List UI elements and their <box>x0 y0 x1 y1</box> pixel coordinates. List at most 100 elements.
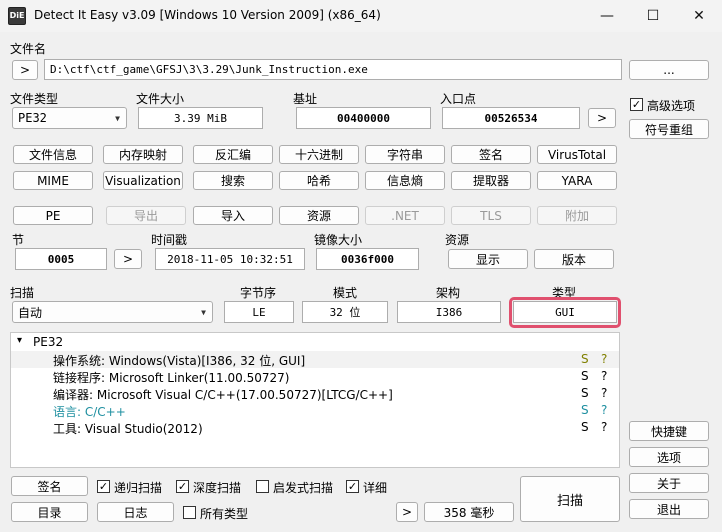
exit-button[interactable]: 退出 <box>629 499 709 519</box>
chevron-down-icon: ▼ <box>115 114 120 123</box>
tree-row-s[interactable]: S <box>581 352 589 366</box>
result-tree[interactable]: ▾ PE32 操作系统: Windows(Vista)[I386, 32 位, … <box>10 332 620 468</box>
arch-field: I386 <box>397 301 501 323</box>
scan-mode-value: 自动 <box>18 305 43 320</box>
next-button[interactable]: > <box>396 502 418 522</box>
export-button[interactable]: 导出 <box>106 206 186 225</box>
file-path-field[interactable]: D:\ctf\ctf_game\GFSJ\3\3.29\Junk_Instruc… <box>44 59 622 80</box>
signature-button[interactable]: 签名 <box>11 476 88 496</box>
tree-row-text: 操作系统: Windows(Vista)[I386, 32 位, GUI] <box>53 354 306 368</box>
directory-button[interactable]: 目录 <box>11 502 88 522</box>
file-name-label: 文件名 <box>10 42 47 56</box>
strings-button[interactable]: 字符串 <box>365 145 445 164</box>
heuristic-scan-checkbox[interactable] <box>256 480 269 493</box>
resource-label: 资源 <box>445 233 470 247</box>
all-types-checkbox[interactable] <box>183 506 196 519</box>
entry-point-button[interactable]: > <box>588 108 616 128</box>
image-size-label: 镜像大小 <box>314 233 363 247</box>
timestamp-label: 时间戳 <box>151 233 188 247</box>
tree-row-text: 编译器: Microsoft Visual C/C++(17.00.50727)… <box>53 388 393 402</box>
memory-map-button[interactable]: 内存映射 <box>103 145 183 164</box>
signatures-button[interactable]: 签名 <box>451 145 531 164</box>
base-address-field: 00400000 <box>296 107 431 129</box>
import-button[interactable]: 导入 <box>193 206 273 225</box>
verbose-checkbox[interactable]: ✓ <box>346 480 359 493</box>
symbol-demangle-button[interactable]: 符号重组 <box>629 119 709 139</box>
overlay-button[interactable]: 附加 <box>537 206 617 225</box>
timestamp-field: 2018-11-05 10:32:51 <box>155 248 305 270</box>
log-button[interactable]: 日志 <box>97 502 174 522</box>
advanced-label: 高级选项 <box>647 99 696 113</box>
hex-button[interactable]: 十六进制 <box>279 145 359 164</box>
section-button[interactable]: > <box>114 249 142 269</box>
recursive-scan-checkbox[interactable]: ✓ <box>97 480 110 493</box>
tree-row-s[interactable]: S <box>581 386 589 400</box>
file-size-field: 3.39 MiB <box>138 107 263 129</box>
tree-row-s[interactable]: S <box>581 369 589 383</box>
yara-button[interactable]: YARA <box>537 171 617 190</box>
advanced-checkbox[interactable]: ✓ <box>630 98 643 111</box>
file-more-button[interactable]: ... <box>629 60 709 80</box>
extractor-button[interactable]: 提取器 <box>451 171 531 190</box>
tree-row-text: 语言: C/C++ <box>53 405 126 419</box>
tree-row[interactable]: 编译器: Microsoft Visual C/C++(17.00.50727)… <box>11 385 619 402</box>
entry-point-field: 00526534 <box>442 107 580 129</box>
collapse-icon[interactable]: ▾ <box>17 335 22 346</box>
deep-scan-label: 深度扫描 <box>193 481 242 495</box>
bits-field: 32 位 <box>302 301 388 323</box>
section-count-field: 0005 <box>15 248 107 270</box>
resources-button[interactable]: 资源 <box>279 206 359 225</box>
search-button[interactable]: 搜索 <box>193 171 273 190</box>
image-size-field: 0036f000 <box>316 248 419 270</box>
tree-root-label: PE32 <box>33 335 64 349</box>
file-type-value: PE32 <box>18 111 47 125</box>
heuristic-scan-label: 启发式扫描 <box>273 481 334 495</box>
section-label: 节 <box>12 233 25 247</box>
file-info-button[interactable]: 文件信息 <box>13 145 93 164</box>
scan-button[interactable]: 扫描 <box>520 476 620 522</box>
tls-button[interactable]: TLS <box>451 206 531 225</box>
entry-point-label: 入口点 <box>440 92 477 106</box>
options-button[interactable]: 选项 <box>629 447 709 467</box>
tree-row-q[interactable]: ? <box>601 386 607 400</box>
verbose-label: 详细 <box>363 481 388 495</box>
tree-row-text: 链接程序: Microsoft Linker(11.00.50727) <box>53 371 290 385</box>
version-button[interactable]: 版本 <box>534 249 614 269</box>
dotnet-button[interactable]: .NET <box>365 206 445 225</box>
tree-row[interactable]: 链接程序: Microsoft Linker(11.00.50727) S ? <box>11 368 619 385</box>
file-type-label: 文件类型 <box>10 92 59 106</box>
endian-label: 字节序 <box>240 286 277 300</box>
tree-row-q[interactable]: ? <box>601 403 607 417</box>
file-type-select[interactable]: PE32 ▼ <box>12 107 127 129</box>
scan-label: 扫描 <box>10 286 35 300</box>
mime-button[interactable]: MIME <box>13 171 93 190</box>
arch-label: 架构 <box>436 286 461 300</box>
shortcuts-button[interactable]: 快捷键 <box>629 421 709 441</box>
virustotal-button[interactable]: VirusTotal <box>537 145 617 164</box>
entropy-button[interactable]: 信息熵 <box>365 171 445 190</box>
tree-row-s[interactable]: S <box>581 403 589 417</box>
disasm-button[interactable]: 反汇编 <box>193 145 273 164</box>
maximize-button[interactable]: ☐ <box>630 0 676 32</box>
tree-row[interactable]: 操作系统: Windows(Vista)[I386, 32 位, GUI] S … <box>11 351 619 368</box>
tree-row-text: 工具: Visual Studio(2012) <box>53 422 203 436</box>
visualization-button[interactable]: Visualization <box>103 171 183 190</box>
tree-root[interactable]: ▾ PE32 <box>11 334 619 351</box>
scan-mode-select[interactable]: 自动 ▼ <box>12 301 213 323</box>
pe-button[interactable]: PE <box>13 206 93 225</box>
scan-time-display: 358 毫秒 <box>424 502 514 522</box>
tree-row-s[interactable]: S <box>581 420 589 434</box>
tree-row-q[interactable]: ? <box>601 352 607 366</box>
about-button[interactable]: 关于 <box>629 473 709 493</box>
tree-row[interactable]: 工具: Visual Studio(2012) S ? <box>11 419 619 436</box>
show-resource-button[interactable]: 显示 <box>448 249 528 269</box>
close-button[interactable]: ✕ <box>676 0 722 32</box>
tree-row[interactable]: 语言: C/C++ S ? <box>11 402 619 419</box>
tree-row-q[interactable]: ? <box>601 420 607 434</box>
minimize-button[interactable]: — <box>584 0 630 32</box>
endian-field: LE <box>224 301 294 323</box>
hash-button[interactable]: 哈希 <box>279 171 359 190</box>
deep-scan-checkbox[interactable]: ✓ <box>176 480 189 493</box>
file-browse-button[interactable]: > <box>12 60 38 80</box>
tree-row-q[interactable]: ? <box>601 369 607 383</box>
